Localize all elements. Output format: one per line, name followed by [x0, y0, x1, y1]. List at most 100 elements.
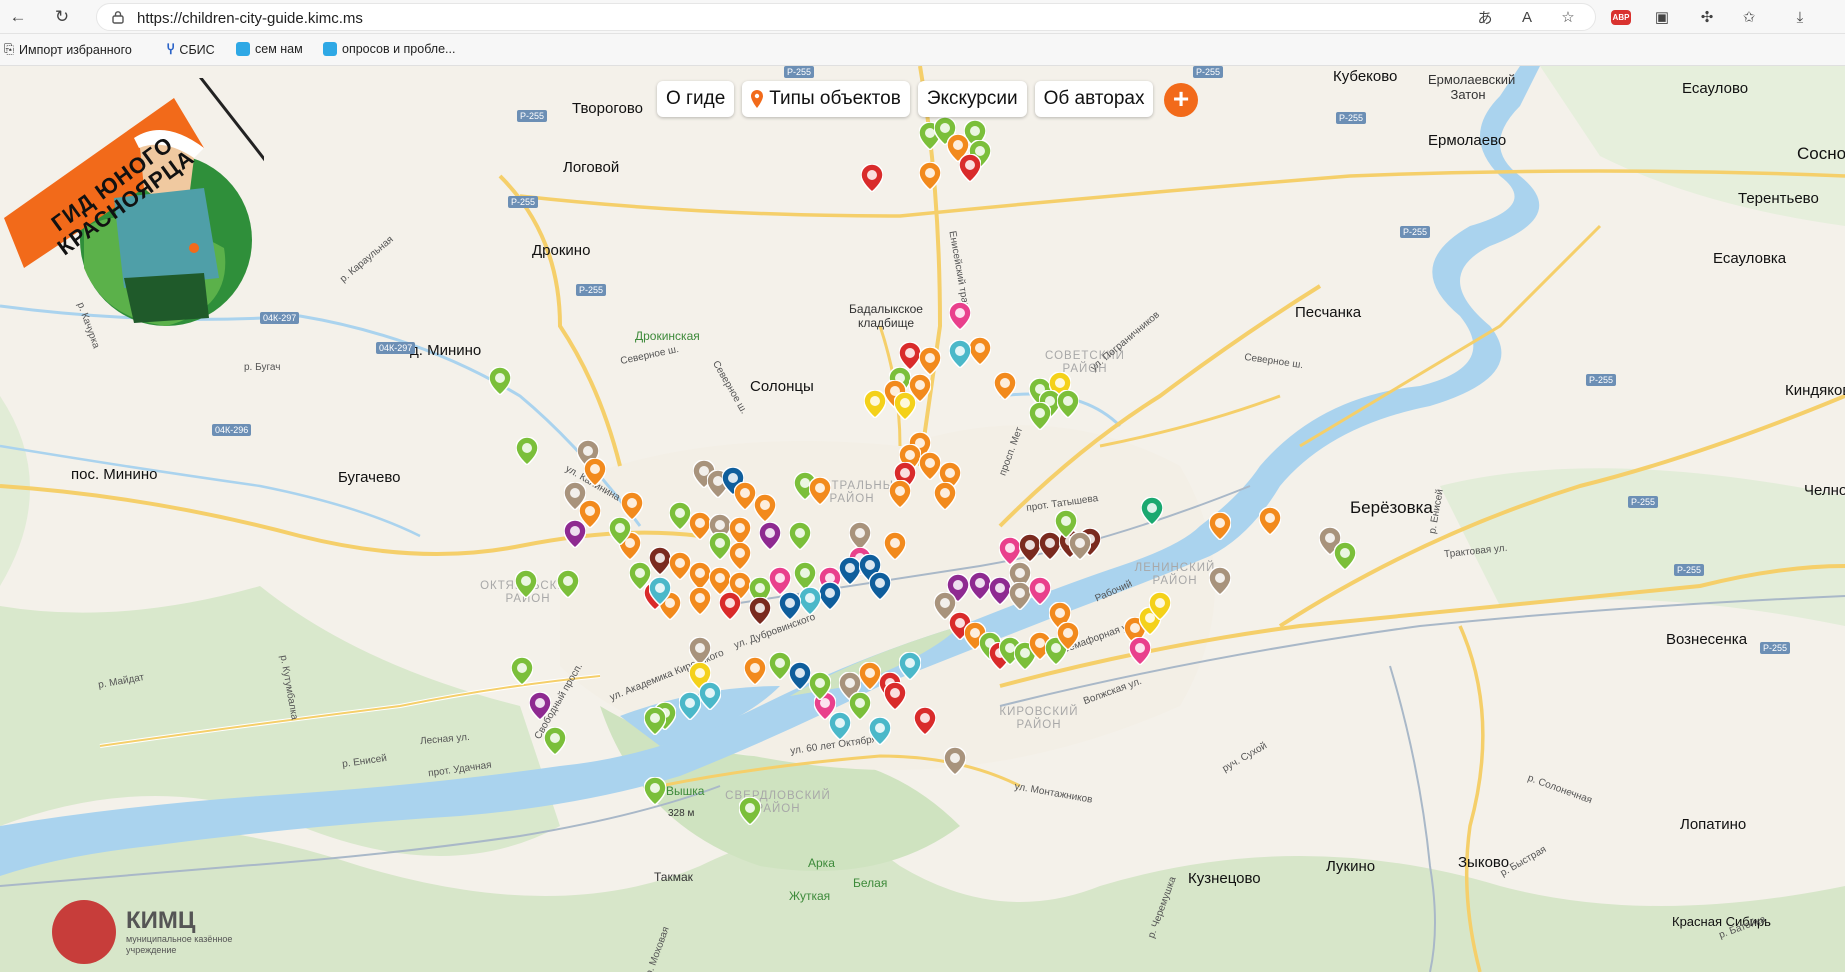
downloads-icon[interactable]: ⤓ [1788, 5, 1812, 29]
map-marker-icon[interactable] [829, 712, 851, 740]
map-marker-icon[interactable] [861, 164, 883, 192]
map-marker-icon[interactable] [689, 562, 711, 590]
map-marker-icon[interactable] [689, 637, 711, 665]
map-marker-icon[interactable] [1129, 637, 1151, 665]
map-marker-icon[interactable] [1029, 577, 1051, 605]
map-marker-icon[interactable] [1334, 542, 1356, 570]
map-marker-icon[interactable] [894, 392, 916, 420]
map-marker-icon[interactable] [809, 672, 831, 700]
map-marker-icon[interactable] [1009, 582, 1031, 610]
text-size-icon[interactable]: A [1515, 5, 1539, 29]
map-marker-icon[interactable] [989, 577, 1011, 605]
map-marker-icon[interactable] [621, 492, 643, 520]
extensions-icon[interactable]: ✣ [1695, 5, 1719, 29]
guide-logo[interactable]: ГИД ЮНОГО КРАСНОЯРЦА [4, 76, 276, 333]
map-canvas[interactable]: Творогово Логовой Дрокино д. Минино пос.… [0, 66, 1845, 972]
map-marker-icon[interactable] [779, 592, 801, 620]
map-marker-icon[interactable] [529, 692, 551, 720]
map-marker-icon[interactable] [644, 777, 666, 805]
map-marker-icon[interactable] [669, 552, 691, 580]
map-marker-icon[interactable] [789, 662, 811, 690]
map-marker-icon[interactable] [839, 557, 861, 585]
add-button[interactable]: + [1164, 83, 1198, 117]
kimc-logo[interactable]: КИМЦ муниципальное казённое учреждение [52, 900, 232, 964]
object-types-button[interactable]: Типы объектов [742, 81, 910, 117]
url-text[interactable]: https://children-city-guide.kimc.ms [137, 10, 363, 27]
map-marker-icon[interactable] [969, 337, 991, 365]
map-marker-icon[interactable] [544, 727, 566, 755]
map-marker-icon[interactable] [899, 652, 921, 680]
map-marker-icon[interactable] [789, 522, 811, 550]
map-marker-icon[interactable] [644, 707, 666, 735]
adblock-icon[interactable]: ABP [1609, 5, 1633, 29]
bookmark-import[interactable]: ⎘ Импорт избранного [4, 42, 132, 57]
map-marker-icon[interactable] [1209, 567, 1231, 595]
map-marker-icon[interactable] [869, 572, 891, 600]
map-marker-icon[interactable] [1057, 390, 1079, 418]
map-marker-icon[interactable] [969, 572, 991, 600]
map-marker-icon[interactable] [864, 390, 886, 418]
map-marker-icon[interactable] [934, 482, 956, 510]
map-marker-icon[interactable] [629, 562, 651, 590]
map-marker-icon[interactable] [511, 657, 533, 685]
map-marker-icon[interactable] [899, 342, 921, 370]
map-marker-icon[interactable] [1057, 622, 1079, 650]
bookmark-surveys[interactable]: опросов и пробле... [323, 42, 455, 56]
map-marker-icon[interactable] [729, 542, 751, 570]
map-marker-icon[interactable] [994, 372, 1016, 400]
bookmark-sem[interactable]: сем нам [236, 42, 303, 56]
map-marker-icon[interactable] [649, 577, 671, 605]
map-marker-icon[interactable] [869, 717, 891, 745]
excursions-button[interactable]: Экскурсии [917, 81, 1027, 117]
map-marker-icon[interactable] [819, 582, 841, 610]
map-marker-icon[interactable] [1209, 512, 1231, 540]
map-marker-icon[interactable] [744, 657, 766, 685]
map-marker-icon[interactable] [564, 520, 586, 548]
map-marker-icon[interactable] [689, 512, 711, 540]
read-aloud-icon[interactable]: あ [1473, 5, 1497, 29]
map-marker-icon[interactable] [1149, 592, 1171, 620]
map-marker-icon[interactable] [759, 522, 781, 550]
map-marker-icon[interactable] [564, 482, 586, 510]
map-marker-icon[interactable] [669, 502, 691, 530]
map-marker-icon[interactable] [849, 692, 871, 720]
map-marker-icon[interactable] [515, 570, 537, 598]
map-marker-icon[interactable] [959, 154, 981, 182]
map-marker-icon[interactable] [1141, 497, 1163, 525]
map-marker-icon[interactable] [516, 437, 538, 465]
map-marker-icon[interactable] [849, 522, 871, 550]
about-authors-button[interactable]: Об авторах [1034, 81, 1154, 117]
map-marker-icon[interactable] [769, 652, 791, 680]
map-marker-icon[interactable] [749, 597, 771, 625]
map-marker-icon[interactable] [944, 747, 966, 775]
map-marker-icon[interactable] [859, 662, 881, 690]
map-marker-icon[interactable] [769, 567, 791, 595]
favorites-icon[interactable]: ✩ [1737, 5, 1761, 29]
map-marker-icon[interactable] [1259, 507, 1281, 535]
map-marker-icon[interactable] [919, 452, 941, 480]
map-marker-icon[interactable] [584, 458, 606, 486]
map-marker-icon[interactable] [919, 162, 941, 190]
map-marker-icon[interactable] [557, 570, 579, 598]
back-icon[interactable]: ← [6, 5, 30, 29]
map-marker-icon[interactable] [489, 367, 511, 395]
map-marker-icon[interactable] [734, 482, 756, 510]
favorite-star-icon[interactable]: ☆ [1556, 5, 1580, 29]
address-bar[interactable]: https://children-city-guide.kimc.ms [96, 3, 1596, 31]
map-marker-icon[interactable] [794, 562, 816, 590]
map-marker-icon[interactable] [729, 517, 751, 545]
map-marker-icon[interactable] [919, 347, 941, 375]
map-marker-icon[interactable] [609, 517, 631, 545]
map-marker-icon[interactable] [689, 587, 711, 615]
map-marker-icon[interactable] [949, 340, 971, 368]
map-marker-icon[interactable] [914, 707, 936, 735]
reload-icon[interactable]: ↻ [50, 5, 74, 29]
collections-icon[interactable]: ▣ [1650, 5, 1674, 29]
map-marker-icon[interactable] [949, 302, 971, 330]
map-marker-icon[interactable] [649, 547, 671, 575]
bookmark-sbis[interactable]: Ⴤ СБИС [167, 42, 215, 58]
map-marker-icon[interactable] [679, 692, 701, 720]
map-marker-icon[interactable] [719, 592, 741, 620]
map-marker-icon[interactable] [709, 567, 731, 595]
map-marker-icon[interactable] [1019, 534, 1041, 562]
